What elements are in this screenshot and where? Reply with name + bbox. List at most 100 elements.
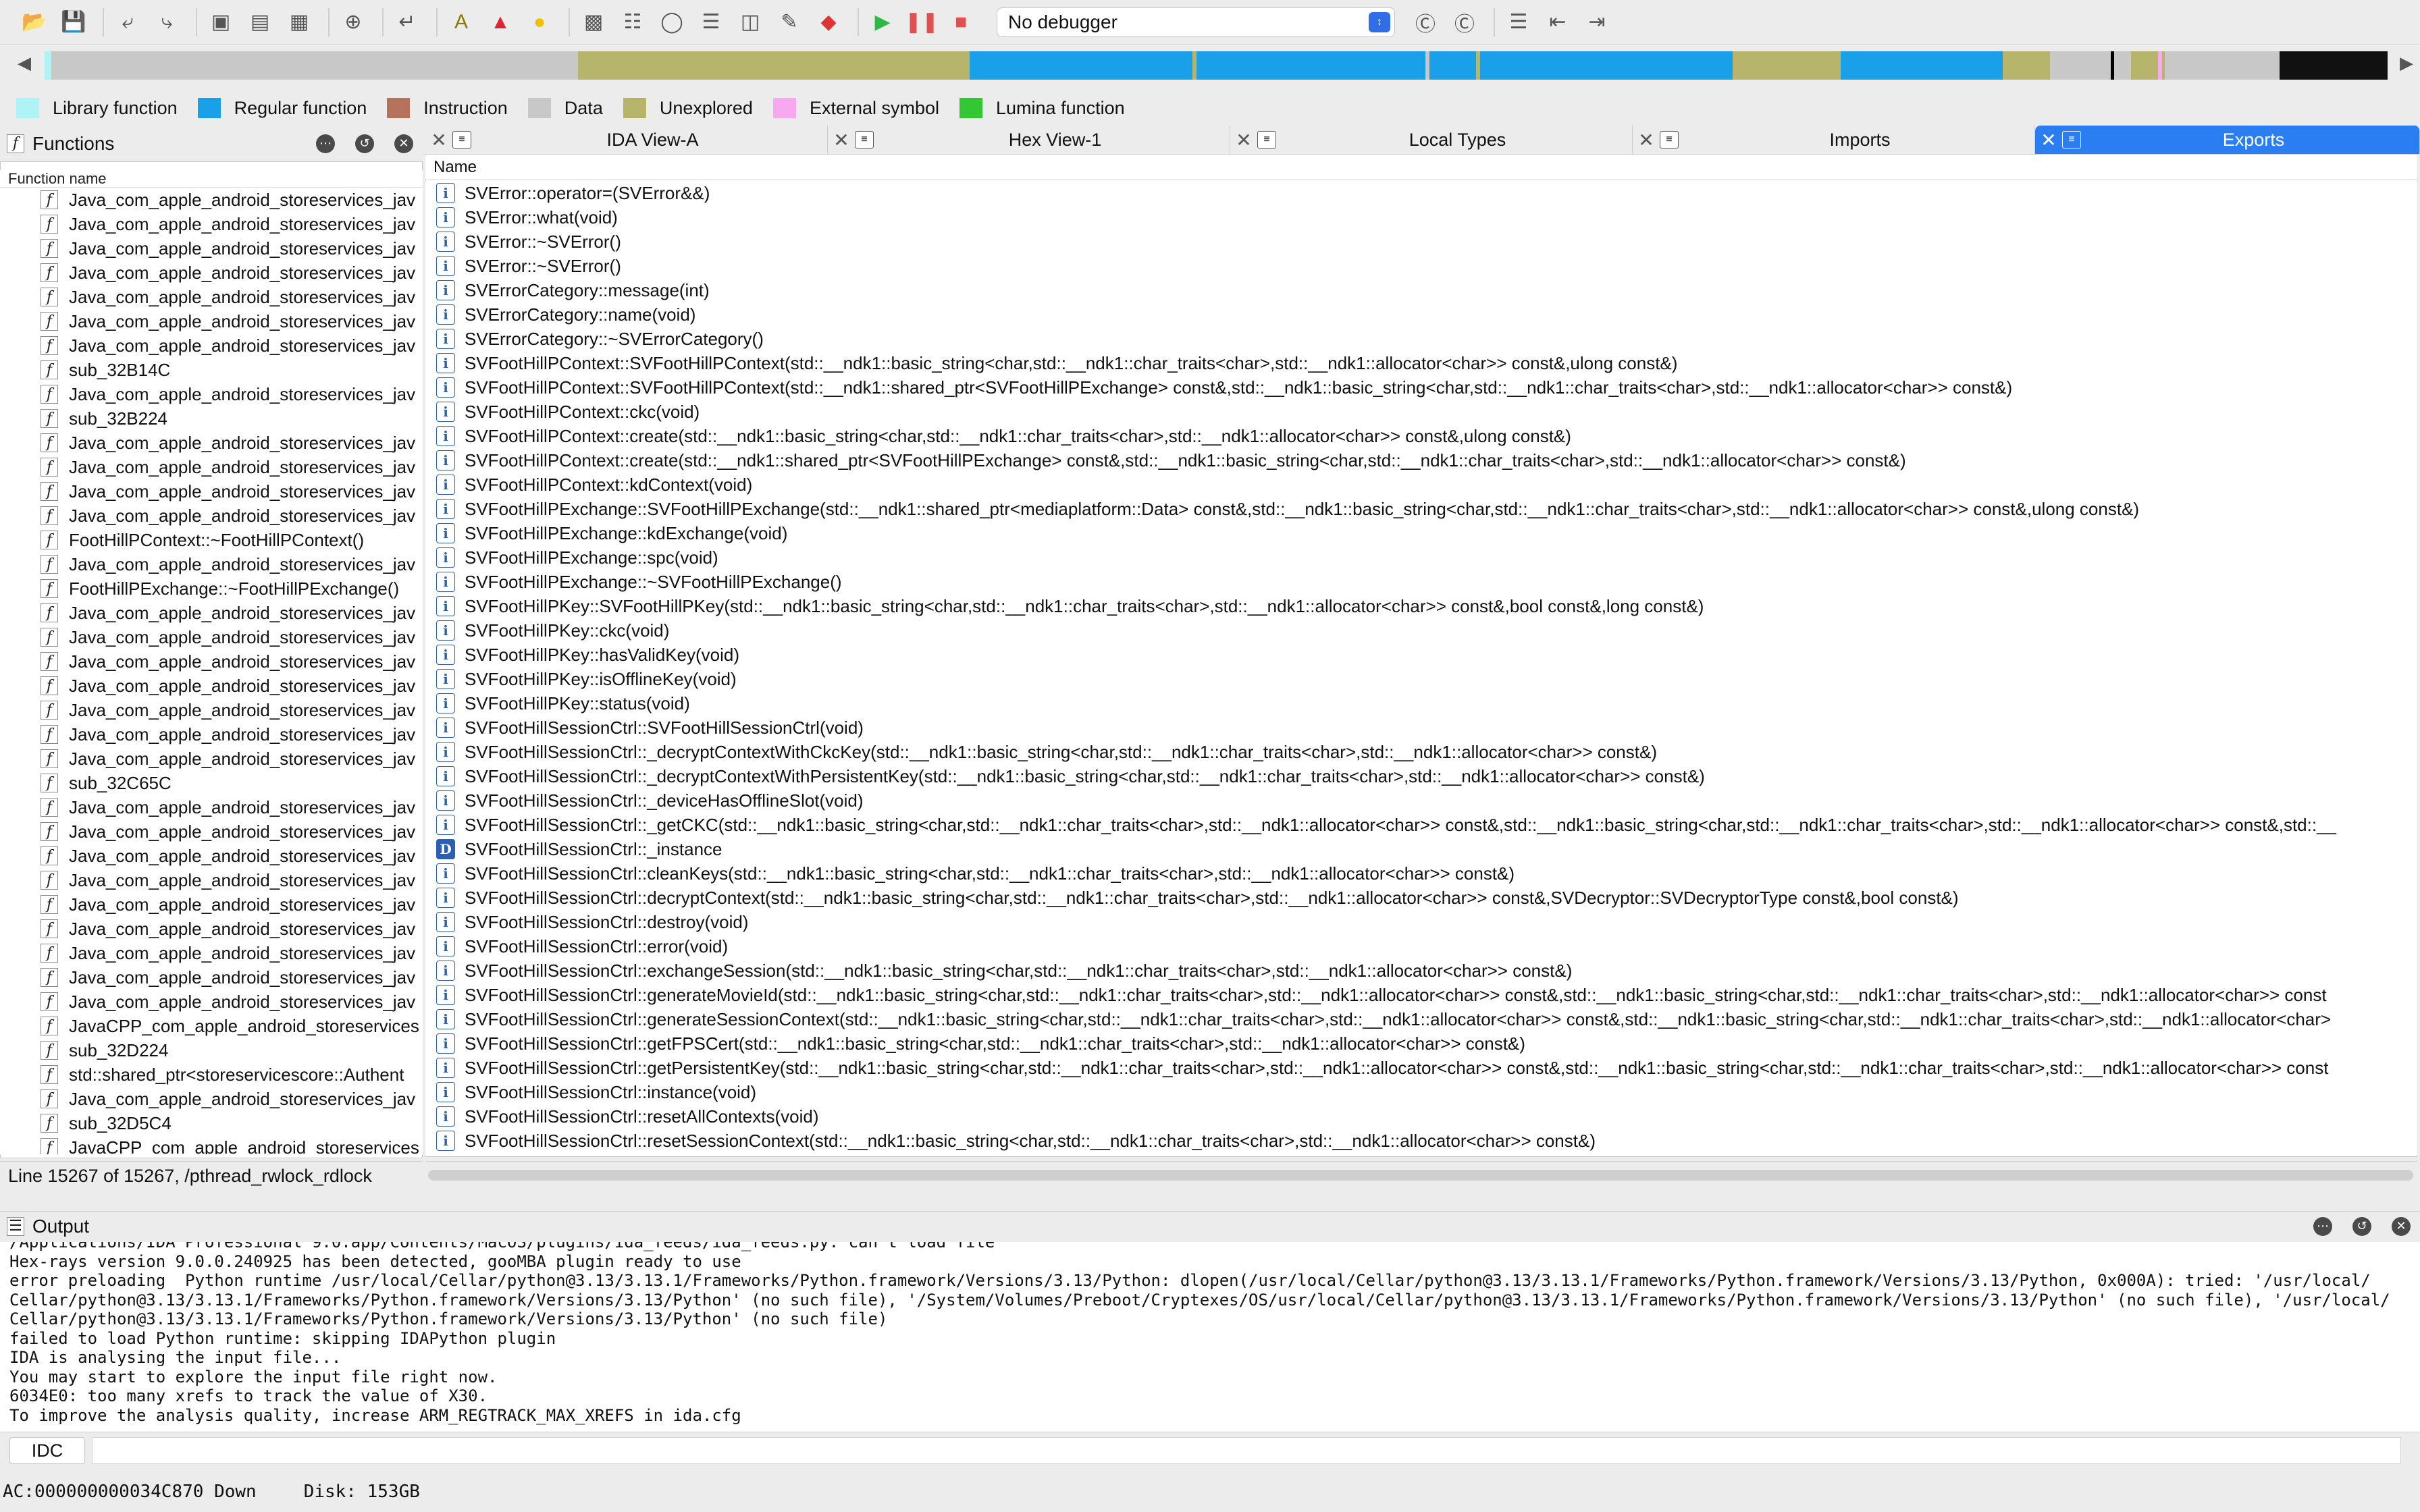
- function-row[interactable]: f Java_com_apple_android_storeservices_ja…: [0, 674, 423, 698]
- export-row[interactable]: D SVFootHillSessionCtrl::_instance: [425, 837, 2417, 861]
- export-row[interactable]: i SVErrorCategory::name(void): [425, 302, 2417, 327]
- output-close-icon[interactable]: ✕: [2392, 1216, 2411, 1236]
- function-row[interactable]: f Java_com_apple_android_storeservices_ja…: [0, 309, 423, 333]
- tab-close-icon[interactable]: ✕: [1230, 129, 1257, 151]
- export-row[interactable]: i SVFootHillSessionCtrl::_decryptContextW…: [425, 740, 2417, 764]
- output-float-icon[interactable]: ↺: [2352, 1216, 2371, 1236]
- function-row[interactable]: f Java_com_apple_android_storeservices_ja…: [0, 261, 423, 285]
- panel-float-icon[interactable]: ↺: [355, 134, 374, 153]
- export-row[interactable]: i SVFootHillPKey::hasValidKey(void): [425, 643, 2417, 667]
- function-row[interactable]: f Java_com_apple_android_storeservices_ja…: [0, 285, 423, 309]
- export-row[interactable]: i SVFootHillPContext::create(std::__ndk1:…: [425, 424, 2417, 448]
- function-row[interactable]: f Java_com_apple_android_storeservices_ja…: [0, 990, 423, 1014]
- function-row[interactable]: f sub_32B224: [0, 406, 423, 431]
- export-row[interactable]: i SVFootHillSessionCtrl::cleanKeys(std::_…: [425, 861, 2417, 886]
- export-row[interactable]: i SVFootHillSessionCtrl::resetSessionCont…: [425, 1129, 2417, 1153]
- pseudocode-icon[interactable]: Ⓒ: [1448, 5, 1481, 39]
- export-row[interactable]: i SVFootHillSessionCtrl::getFPSCert(std::…: [425, 1031, 2417, 1056]
- navigate-back-icon[interactable]: ⤶: [111, 5, 144, 39]
- export-row[interactable]: i SVFootHillSessionCtrl::generateSessionC…: [425, 1007, 2417, 1031]
- export-row[interactable]: i SVFootHillPKey::isOfflineKey(void): [425, 667, 2417, 691]
- export-row[interactable]: i SVFootHillSessionCtrl::instance(void): [425, 1080, 2417, 1104]
- tab-ida-view-a[interactable]: ✕ ≡ IDA View-A: [425, 126, 828, 154]
- export-row[interactable]: i SVFootHillSessionCtrl::_getCKC(std::__n…: [425, 813, 2417, 837]
- function-row[interactable]: f FootHillPContext::~FootHillPContext(): [0, 528, 423, 552]
- export-row[interactable]: i SVFootHillSessionCtrl::getPersistentKey…: [425, 1056, 2417, 1080]
- export-row[interactable]: i SVError::operator=(SVError&&): [425, 181, 2417, 205]
- list-view-icon[interactable]: ☰: [1502, 5, 1535, 39]
- indent-left-icon[interactable]: ⇤: [1541, 5, 1575, 39]
- export-row[interactable]: i SVFootHillPContext::kdContext(void): [425, 473, 2417, 497]
- patch-icon[interactable]: ✎: [772, 5, 806, 39]
- navigation-band[interactable]: [45, 51, 2388, 80]
- export-row[interactable]: i SVErrorCategory::message(int): [425, 278, 2417, 302]
- export-row[interactable]: i SVFootHillPKey::status(void): [425, 691, 2417, 716]
- function-row[interactable]: f Java_com_apple_android_storeservices_ja…: [0, 504, 423, 528]
- pause-debugger-icon[interactable]: ❚❚: [905, 5, 939, 39]
- export-row[interactable]: i SVFootHillPExchange::~SVFootHillPExchan…: [425, 570, 2417, 594]
- structures-icon[interactable]: ◯: [655, 5, 689, 39]
- tab-close-icon[interactable]: ✕: [2035, 129, 2062, 151]
- scrollbar-thumb[interactable]: [428, 1170, 2413, 1181]
- code-icon[interactable]: ▣: [204, 5, 238, 39]
- function-row[interactable]: f Java_com_apple_android_storeservices_ja…: [0, 333, 423, 358]
- panel-close-icon[interactable]: ✕: [394, 134, 413, 153]
- navband-right-arrow-icon[interactable]: ▶: [2400, 53, 2413, 74]
- names-icon[interactable]: ◫: [733, 5, 767, 39]
- export-row[interactable]: i SVErrorCategory::~SVErrorCategory(): [425, 327, 2417, 351]
- function-row[interactable]: f Java_com_apple_android_storeservices_ja…: [0, 601, 423, 625]
- open-folder-icon[interactable]: 📂: [18, 5, 51, 39]
- function-row[interactable]: f sub_32D5C4: [0, 1111, 423, 1135]
- tab-close-icon[interactable]: ✕: [425, 129, 452, 151]
- save-icon[interactable]: 💾: [57, 5, 90, 39]
- function-row[interactable]: f Java_com_apple_android_storeservices_ja…: [0, 941, 423, 965]
- export-row[interactable]: i SVError::what(void): [425, 205, 2417, 230]
- export-row[interactable]: i SVFootHillSessionCtrl::error(void): [425, 934, 2417, 959]
- export-row[interactable]: i SVError::~SVError(): [425, 230, 2417, 254]
- data-icon[interactable]: ▤: [243, 5, 277, 39]
- idc-command-input[interactable]: [92, 1437, 2401, 1464]
- export-row[interactable]: i SVFootHillSessionCtrl::exchangeSession(…: [425, 959, 2417, 983]
- stop-debugger-icon[interactable]: ■: [944, 5, 978, 39]
- exports-list[interactable]: i SVError::operator=(SVError&&) i SVError::…: [425, 181, 2417, 1156]
- jump-down-icon[interactable]: ↵: [390, 5, 424, 39]
- undefine-icon[interactable]: ▦: [282, 5, 316, 39]
- function-row[interactable]: f Java_com_apple_android_storeservices_ja…: [0, 747, 423, 771]
- decompile-icon[interactable]: Ⓒ: [1409, 5, 1442, 39]
- function-row[interactable]: f Java_com_apple_android_storeservices_ja…: [0, 455, 423, 479]
- export-row[interactable]: i SVFootHillPContext::ckc(void): [425, 400, 2417, 424]
- tab-local-types[interactable]: ✕ ≡ Local Types: [1230, 126, 1633, 154]
- function-icon[interactable]: ⊕: [336, 5, 370, 39]
- navband-left-arrow-icon[interactable]: ◀: [18, 53, 31, 74]
- function-row[interactable]: f Java_com_apple_android_storeservices_ja…: [0, 722, 423, 747]
- output-menu-icon[interactable]: ⋯: [2313, 1216, 2332, 1236]
- export-row[interactable]: i SVFootHillPExchange::kdExchange(void): [425, 521, 2417, 545]
- export-row[interactable]: i SVFootHillPKey::SVFootHillPKey(std::__n…: [425, 594, 2417, 618]
- function-row[interactable]: f FootHillPExchange::~FootHillPExchange(): [0, 576, 423, 601]
- function-row[interactable]: f Java_com_apple_android_storeservices_ja…: [0, 795, 423, 819]
- function-row[interactable]: f Java_com_apple_android_storeservices_ja…: [0, 625, 423, 649]
- segments-icon[interactable]: ☷: [616, 5, 650, 39]
- graph-icon[interactable]: ▲: [483, 5, 517, 39]
- yellow-circle-icon[interactable]: ●: [523, 5, 556, 39]
- output-log[interactable]: /Applications/IDA Professional 9.0.app/C…: [0, 1242, 2420, 1432]
- function-row[interactable]: f Java_com_apple_android_storeservices_ja…: [0, 382, 423, 406]
- export-row[interactable]: i SVFootHillSessionCtrl::_deviceHasOfflin…: [425, 788, 2417, 813]
- function-row[interactable]: f sub_32C65C: [0, 771, 423, 795]
- function-row[interactable]: f std::shared_ptr<storeservicescore::Auth…: [0, 1062, 423, 1087]
- function-row[interactable]: f Java_com_apple_android_storeservices_ja…: [0, 188, 423, 212]
- export-row[interactable]: i SVFootHillSessionCtrl::destroy(void): [425, 910, 2417, 934]
- function-row[interactable]: f Java_com_apple_android_storeservices_ja…: [0, 236, 423, 261]
- export-row[interactable]: i SVFootHillPContext::SVFootHillPContext(…: [425, 351, 2417, 375]
- idc-language-button[interactable]: IDC: [9, 1437, 85, 1464]
- indent-right-icon[interactable]: ⇥: [1580, 5, 1614, 39]
- function-row[interactable]: f Java_com_apple_android_storeservices_ja…: [0, 698, 423, 722]
- function-row[interactable]: f Java_com_apple_android_storeservices_ja…: [0, 917, 423, 941]
- export-row[interactable]: i SVError::~SVError(): [425, 254, 2417, 278]
- function-row[interactable]: f Java_com_apple_android_storeservices_ja…: [0, 1087, 423, 1111]
- start-debugger-icon[interactable]: ▶: [866, 5, 899, 39]
- export-row[interactable]: i SVFootHillSessionCtrl::decryptContext(s…: [425, 886, 2417, 910]
- export-row[interactable]: i SVFootHillSessionCtrl::generateMovieId(…: [425, 983, 2417, 1007]
- hex-dump-icon[interactable]: ▩: [577, 5, 610, 39]
- function-row[interactable]: f sub_32B14C: [0, 358, 423, 382]
